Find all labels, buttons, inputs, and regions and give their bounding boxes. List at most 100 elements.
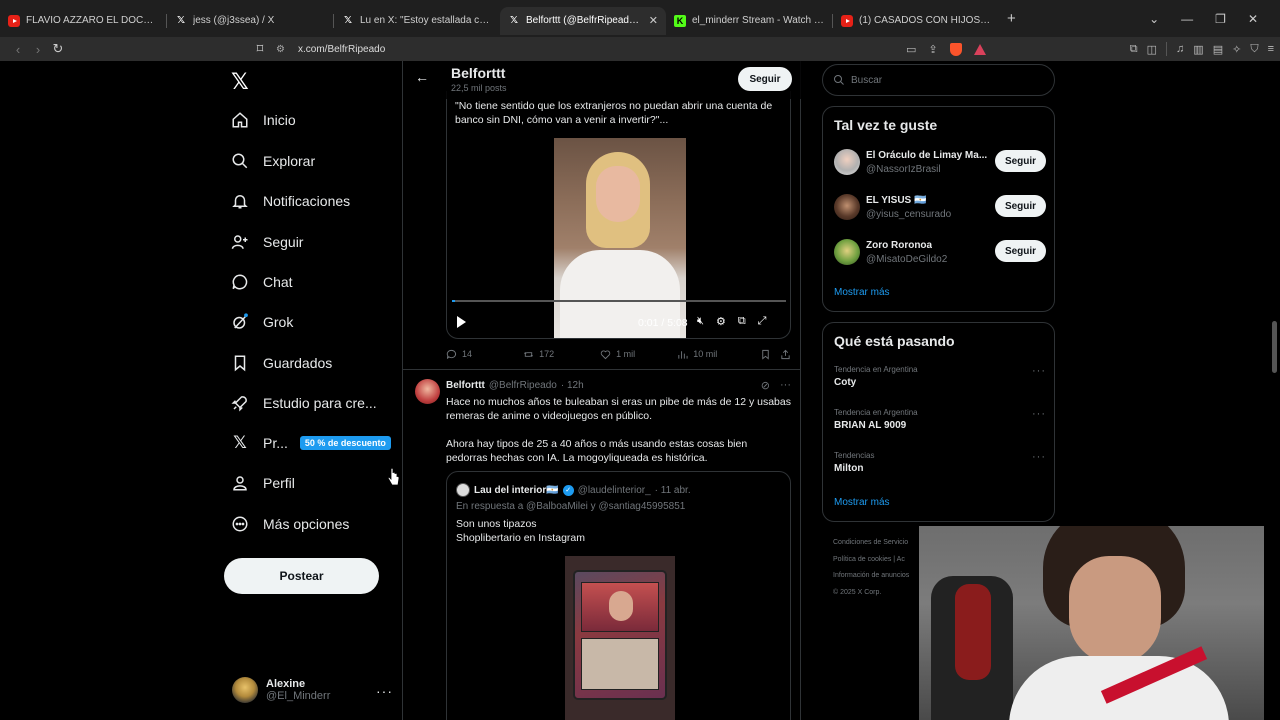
fullscreen-icon[interactable]: ⤢ xyxy=(758,315,767,328)
more-dots-icon[interactable]: ··· xyxy=(1032,365,1046,377)
minimize-icon[interactable]: — xyxy=(1181,12,1193,26)
quoted-post-image[interactable] xyxy=(565,556,675,720)
media-icon[interactable]: ♫ xyxy=(1176,43,1184,55)
quoted-author-handle: @laudelinterior_ xyxy=(577,484,651,496)
wallet-icon[interactable]: ▤ xyxy=(1213,43,1223,56)
more-dots-icon[interactable]: ··· xyxy=(1032,408,1046,420)
account-switcher[interactable]: Alexine @El_Minderr xyxy=(232,677,330,703)
extensions-icon[interactable]: ⧉ xyxy=(1130,43,1138,56)
show-more-link[interactable]: Mostrar más xyxy=(834,287,890,298)
search-input[interactable] xyxy=(851,74,1041,86)
youtube-icon xyxy=(8,14,20,27)
quoted-author-name: Lau del interior🇦🇷 xyxy=(474,484,559,496)
tab-list-icon[interactable]: ⌄ xyxy=(1149,12,1159,26)
video-player[interactable] xyxy=(554,138,686,338)
quoted-post-card[interactable]: Lau del interior🇦🇷 ✓ @laudelinterior_ · … xyxy=(446,471,791,720)
suggestion-item[interactable]: EL YISUS 🇦🇷 @yisus_censurado Seguir xyxy=(834,192,1046,224)
repost-button[interactable]: 172 xyxy=(523,349,600,360)
nav-home[interactable]: Inicio xyxy=(230,103,296,137)
pip-icon[interactable]: ⧉ xyxy=(738,315,746,328)
browser-tab-1[interactable]: FLAVIO AZZARO EL DOCUMENTAL - xyxy=(0,7,166,35)
browser-tab-active[interactable]: 𝕏 Belforttt (@BelfrRipeado) / X ✕ xyxy=(500,6,666,35)
volume-mute-icon[interactable]: 🔇︎ xyxy=(697,315,704,328)
reply-button[interactable]: 14 xyxy=(446,349,523,360)
nav-premium[interactable]: 𝕏 Pr... 50 % de descuento xyxy=(230,426,391,460)
follow-button[interactable]: Seguir xyxy=(995,195,1046,217)
discount-badge: 50 % de descuento xyxy=(299,436,391,450)
bookmark-page-icon[interactable]: ⌑ xyxy=(250,41,270,57)
like-button[interactable]: 1 mil xyxy=(600,349,677,360)
more-dots-icon[interactable]: ··· xyxy=(376,683,393,699)
restore-icon[interactable]: ❐ xyxy=(1215,12,1226,26)
nav-profile[interactable]: Perfil xyxy=(230,466,295,500)
post-time[interactable]: · 12h xyxy=(561,380,584,391)
nav-bookmarks[interactable]: Guardados xyxy=(230,346,332,380)
browser-tab-2[interactable]: 𝕏jess (@j3ssea) / X xyxy=(167,7,333,35)
browser-tab-5[interactable]: Kel_minderr Stream - Watch Live on Kick xyxy=(666,7,832,35)
follow-button[interactable]: Seguir xyxy=(738,67,792,91)
avatar xyxy=(456,483,470,497)
leo-icon[interactable]: ✧ xyxy=(1232,43,1241,56)
nav-creator-studio[interactable]: Estudio para cre... xyxy=(230,386,377,420)
nav-follow[interactable]: Seguir xyxy=(230,225,303,259)
nav-more-options[interactable]: Más opciones xyxy=(230,507,349,541)
video-time: 0:01 / 5:08 xyxy=(638,317,688,329)
avatar[interactable] xyxy=(415,379,440,404)
url-field[interactable]: ⚙ x.com/BelfrRipeado xyxy=(276,39,996,59)
who-to-follow-panel: Tal vez te guste El Oráculo de Limay Ma.… xyxy=(822,106,1055,312)
brave-rewards-icon[interactable] xyxy=(973,43,986,55)
screenshot-icon[interactable]: ◫ xyxy=(1147,43,1157,56)
avatar xyxy=(834,239,860,265)
vpn-icon[interactable]: ⛉ xyxy=(1250,43,1258,56)
trend-item[interactable]: Tendencias Milton ··· xyxy=(834,451,1046,474)
follow-button[interactable]: Seguir xyxy=(995,240,1046,262)
share-post-button[interactable] xyxy=(780,349,791,360)
post-button[interactable]: Postear xyxy=(224,558,379,594)
show-more-link[interactable]: Mostrar más xyxy=(834,497,890,508)
trend-item[interactable]: Tendencia en Argentina BRIAN AL 9009 ··· xyxy=(834,408,1046,431)
forward-icon[interactable]: › xyxy=(28,42,48,57)
bookmark-post-button[interactable] xyxy=(760,349,780,360)
post-divider xyxy=(403,369,801,370)
author-handle[interactable]: @BelfrRipeado xyxy=(489,380,557,391)
page-scrollbar[interactable] xyxy=(1272,321,1277,373)
nav-chat[interactable]: Chat xyxy=(230,265,293,299)
views-button[interactable]: 10 mil xyxy=(677,349,760,360)
close-window-icon[interactable]: ✕ xyxy=(1248,12,1258,26)
follow-button[interactable]: Seguir xyxy=(995,150,1046,172)
play-icon[interactable] xyxy=(457,316,466,328)
more-dots-icon[interactable]: ··· xyxy=(1032,451,1046,463)
nav-explore[interactable]: Explorar xyxy=(230,144,315,178)
reload-icon[interactable]: ↻ xyxy=(48,41,68,57)
x-logo-icon[interactable]: 𝕏 xyxy=(231,69,249,95)
nav-notifications[interactable]: Notificaciones xyxy=(230,184,350,218)
views-icon xyxy=(678,350,688,359)
cast-icon[interactable]: ▭ xyxy=(906,43,916,56)
back-icon[interactable]: ‹ xyxy=(8,42,28,57)
repost-icon xyxy=(524,351,534,357)
site-info-icon[interactable]: ⚙ xyxy=(276,44,288,55)
video-progress-bar[interactable] xyxy=(452,300,786,302)
suggestion-item[interactable]: Zoro Roronoa @MisatoDeGildo2 Seguir xyxy=(834,237,1046,269)
browser-tab-3[interactable]: 𝕏Lu en X: "Estoy estallada cuando dice xyxy=(334,7,500,35)
grok-icon[interactable]: ⊘ xyxy=(761,379,770,392)
suggestion-item[interactable]: El Oráculo de Limay Ma... @NassorIzBrasi… xyxy=(834,147,1046,179)
author-name[interactable]: Belforttt xyxy=(446,380,485,391)
trend-item[interactable]: Tendencia en Argentina Coty ··· xyxy=(834,365,1046,388)
close-tab-icon[interactable]: ✕ xyxy=(649,14,658,27)
avatar xyxy=(232,677,258,703)
search-box[interactable] xyxy=(822,64,1055,96)
browser-tab-6[interactable]: (1) CASADOS CON HIJOS: EL MEJOR C xyxy=(833,7,999,35)
menu-icon[interactable]: ≡ xyxy=(1268,43,1274,55)
back-arrow-icon[interactable]: ← xyxy=(415,69,429,85)
x-icon: 𝕏 xyxy=(343,15,353,26)
more-dots-icon[interactable]: ··· xyxy=(780,379,791,392)
chat-icon xyxy=(230,273,250,291)
new-tab-icon[interactable]: + xyxy=(1007,10,1016,27)
rocket-icon xyxy=(230,394,250,412)
nav-grok[interactable]: Grok xyxy=(230,305,293,339)
share-icon[interactable]: ⇪ xyxy=(928,43,937,56)
brave-shields-icon[interactable] xyxy=(949,42,962,56)
sidebar-icon[interactable]: ▥ xyxy=(1193,43,1203,56)
settings-icon[interactable]: ⚙ xyxy=(716,315,726,328)
